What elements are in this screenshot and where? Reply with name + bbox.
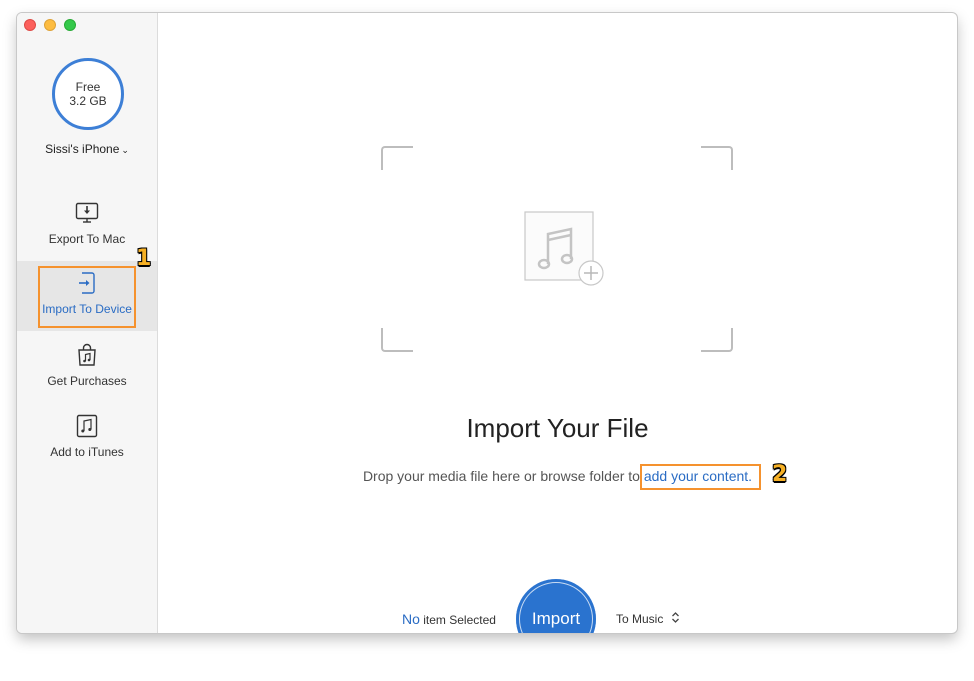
updown-chevron-icon [671, 611, 680, 627]
selected-count: No [402, 611, 420, 627]
sidebar-item-get-purchases[interactable]: Get Purchases [17, 333, 157, 403]
sidebar-item-label: Export To Mac [48, 232, 126, 246]
maximize-window-button[interactable] [64, 19, 76, 31]
callout-highlight-1 [38, 266, 136, 328]
sidebar: Free 3.2 GB Sissi's iPhone ⌄ Export To Ma… [17, 13, 158, 633]
drop-zone-corner [381, 146, 413, 170]
music-note-icon [76, 414, 98, 438]
import-button[interactable]: Import [516, 579, 596, 633]
import-target-label: To Music [616, 612, 664, 626]
close-window-button[interactable] [24, 19, 36, 31]
storage-indicator: Free 3.2 GB [52, 58, 124, 130]
selected-suffix: item Selected [419, 613, 496, 627]
monitor-download-icon [75, 201, 99, 225]
page-title: Import Your File [466, 413, 649, 443]
storage-value: 3.2 GB [69, 94, 107, 108]
minimize-window-button[interactable] [44, 19, 56, 31]
drop-instructions-text: Drop your media file here or browse fold… [362, 468, 644, 484]
selection-status: No item Selected [402, 611, 496, 627]
device-selector[interactable]: Sissi's iPhone ⌄ [17, 142, 157, 156]
drop-zone-corner [701, 146, 733, 170]
drop-zone-corner [701, 328, 733, 352]
drop-zone-corner [381, 328, 413, 352]
sidebar-item-label: Add to iTunes [50, 445, 124, 459]
chevron-down-icon: ⌄ [121, 145, 129, 155]
music-add-icon[interactable] [524, 211, 604, 286]
main-content: Import Your File Drop your media file he… [158, 13, 957, 633]
app-window: Free 3.2 GB Sissi's iPhone ⌄ Export To Ma… [17, 13, 957, 633]
storage-label: Free [75, 80, 101, 94]
footer-bar: No item Selected Import To Music [158, 573, 957, 633]
window-controls [24, 19, 76, 31]
import-target-select[interactable]: To Music [616, 611, 680, 627]
sidebar-item-add-to-itunes[interactable]: Add to iTunes [17, 404, 157, 474]
callout-number-2: 2 [772, 462, 788, 487]
device-name: Sissi's iPhone [45, 142, 120, 156]
shopping-bag-music-icon [76, 343, 98, 367]
callout-number-1: 1 [136, 246, 152, 271]
drop-instructions: Drop your media file here or browse fold… [158, 468, 957, 484]
callout-highlight-2 [640, 464, 761, 490]
sidebar-item-label: Get Purchases [47, 374, 127, 388]
